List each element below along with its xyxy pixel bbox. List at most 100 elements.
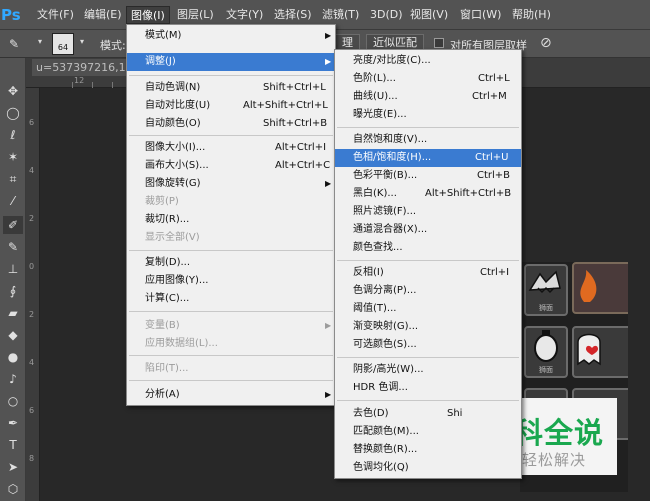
magic-wand-icon[interactable]: ✶ [3,148,23,166]
submenu-arrow-icon: ▶ [325,321,332,330]
menu-item-color-balance[interactable]: 色彩平衡(B)... Ctrl+B [335,167,521,185]
menu-edit[interactable]: 编辑(E) [80,6,126,24]
move-icon[interactable]: ✥ [3,82,23,100]
menu-item-adjustments[interactable]: 调整(J) ▶ [127,53,335,71]
menu-item-reveal-all: 显示全部(V) [145,232,200,243]
menu-item-canvas-size[interactable]: 画布大小(S)... Alt+Ctrl+C [127,157,335,175]
ruler-number: 2 [29,214,35,223]
menu-item-photo-filter[interactable]: 照片滤镜(F)... [335,203,521,221]
menu-item-analysis[interactable]: 分析(A) ▶ [127,386,335,404]
ruler-number: 0 [29,262,35,271]
chevron-down-icon[interactable]: ▾ [80,37,84,46]
grenade-tile: 狮面 [524,326,568,378]
type-icon[interactable]: T [3,436,23,454]
brush-tool-preset-icon[interactable]: ✎ [4,35,24,53]
menu-item-apply-image[interactable]: 应用图像(Y)... [127,272,335,290]
image-menu: 模式(M) ▶ 调整(J) ▶ 自动色调(N) Shift+Ctrl+L 自动对比度(… [126,24,336,406]
menu-3d[interactable]: 3D(D) [366,6,407,24]
healing-icon[interactable]: ✐ [3,216,23,234]
stamp-icon[interactable]: ⊥ [3,260,23,278]
menu-item-trim[interactable]: 裁切(R)... [127,211,335,229]
brush-size-picker[interactable]: 64 [52,33,74,55]
menu-item-auto-contrast[interactable]: 自动对比度(U) Alt+Shift+Ctrl+L [127,97,335,115]
menu-filter[interactable]: 滤镜(T) [318,6,363,24]
fire-tile [572,262,628,314]
eyedropper-icon[interactable]: ⁄ [3,192,23,210]
submenu-arrow-icon: ▶ [325,57,332,66]
menu-item-auto-tone[interactable]: 自动色调(N) Shift+Ctrl+L [127,79,335,97]
menu-help[interactable]: 帮助(H) [508,6,555,24]
menu-type[interactable]: 文字(Y) [222,6,267,24]
menu-item-duplicate[interactable]: 复制(D)... [127,254,335,272]
tile-label: 狮面 [539,366,553,374]
menu-file[interactable]: 文件(F) [33,6,78,24]
submenu-arrow-icon: ▶ [325,179,332,188]
menu-item-crop: 裁剪(P) [145,196,179,207]
zoom-icon[interactable]: ○ [3,392,23,410]
menu-item-trap: 陷印(T)... [145,363,189,374]
tile-label: 狮面 [539,304,553,312]
ruler-number: 6 [29,406,35,415]
menu-item-channel-mixer[interactable]: 通道混合器(X)... [335,221,521,239]
pen-icon[interactable]: ✒ [3,414,23,432]
menu-item-desaturate[interactable]: 去色(D) Shi [335,405,521,423]
ruler-number: 4 [29,166,35,175]
menu-item-threshold[interactable]: 阈值(T)... [335,300,521,318]
ruler-left: 6 4 2 0 2 4 6 8 [26,88,40,501]
shape-icon[interactable]: ⬡ [3,480,23,498]
menu-item-image-rotation[interactable]: 图像旋转(G) ▶ [127,175,335,193]
shark-tile: 狮面 [524,264,568,316]
menu-item-hue-saturation[interactable]: 色相/饱和度(H)... Ctrl+U [335,149,521,167]
sample-all-layers-checkbox[interactable] [434,38,444,48]
menu-item-auto-color[interactable]: 自动颜色(O) Shift+Ctrl+B [127,115,335,133]
grenade-icon [534,330,558,362]
menu-item-mode[interactable]: 模式(M) ▶ [127,27,335,45]
shark-icon [528,270,561,294]
ruler-number: 12 [74,76,85,85]
menu-item-vibrance[interactable]: 自然饱和度(V)... [335,131,521,149]
menu-item-posterize[interactable]: 色调分离(P)... [335,282,521,300]
marquee-icon[interactable]: ◯ [3,104,23,122]
history-brush-icon[interactable]: ∮ [3,282,23,300]
menu-item-hdr-toning[interactable]: HDR 色调... [335,379,521,397]
menu-item-calculations[interactable]: 计算(C)... [127,290,335,308]
ghost-tile [572,326,628,378]
bucket-icon[interactable]: ◆ [3,326,23,344]
brush-icon[interactable]: ✎ [3,238,23,256]
eraser-icon[interactable]: ▰ [3,304,23,322]
menu-layer[interactable]: 图层(L) [173,6,218,24]
menu-item-equalize[interactable]: 色调均化(Q) [335,459,521,477]
ruler-number: 4 [29,358,35,367]
flame-icon [580,270,597,302]
menu-item-color-lookup[interactable]: 颜色查找... [335,239,521,257]
menu-item-invert[interactable]: 反相(I) Ctrl+I [335,264,521,282]
menu-item-exposure[interactable]: 曝光度(E)... [335,106,521,124]
menu-image[interactable]: 图像(I) [126,6,170,24]
menu-item-brightness-contrast[interactable]: 亮度/对比度(C)... [335,52,521,70]
submenu-arrow-icon: ▶ [325,390,332,399]
lasso-icon[interactable]: ℓ [3,126,23,144]
menu-item-shadows-highlights[interactable]: 阴影/高光(W)... [335,361,521,379]
menu-item-replace-color[interactable]: 替换颜色(R)... [335,441,521,459]
menu-item-selective-color[interactable]: 可选颜色(S)... [335,336,521,354]
path-select-icon[interactable]: ➤ [3,458,23,476]
menu-select[interactable]: 选择(S) [270,6,316,24]
menu-item-gradient-map[interactable]: 渐变映射(G)... [335,318,521,336]
menu-window[interactable]: 窗口(W) [456,6,505,24]
ghost-icon [577,333,601,366]
adjustments-submenu: 亮度/对比度(C)... 色阶(L)... Ctrl+L 曲线(U)... Ctrl… [334,49,522,479]
chevron-down-icon[interactable]: ▾ [38,37,42,46]
brush-size-value: 64 [57,43,69,52]
menu-item-image-size[interactable]: 图像大小(I)... Alt+Ctrl+I [127,139,335,157]
pressure-icon[interactable]: ⊘ [540,35,552,51]
blur-icon[interactable]: ● [3,348,23,366]
menu-item-curves[interactable]: 曲线(U)... Ctrl+M [335,88,521,106]
menu-item-black-white[interactable]: 黑白(K)... Alt+Shift+Ctrl+B [335,185,521,203]
app-logo: Ps [1,6,21,24]
crop-icon[interactable]: ⌗ [3,170,23,188]
dodge-icon[interactable]: ♪ [3,370,23,388]
menu-item-match-color[interactable]: 匹配颜色(M)... [335,423,521,441]
menu-view[interactable]: 视图(V) [406,6,452,24]
menu-item-levels[interactable]: 色阶(L)... Ctrl+L [335,70,521,88]
ruler-number: 2 [29,310,35,319]
